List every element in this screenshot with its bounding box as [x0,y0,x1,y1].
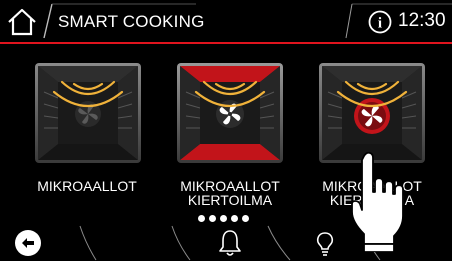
page-dot[interactable] [242,215,249,222]
lightbulb-icon [316,232,334,256]
back-button[interactable] [14,229,42,257]
back-icon [15,230,41,256]
info-button[interactable]: i [368,10,392,34]
mode-label-2-line1: MIKROAALLOT [180,178,280,194]
bell-icon [219,230,241,256]
microwave-fan-icon [177,63,283,163]
info-icon: i [368,10,392,34]
page-indicator [198,215,249,223]
mode-tile-microwave-fan-grill[interactable] [318,62,426,164]
svg-text:i: i [378,16,382,32]
mode-label-3-line1: MIKROAALLOT [322,178,422,194]
mode-tile-microwave-fan[interactable] [176,62,284,164]
mode-tile-microwave[interactable] [34,62,142,164]
header: SMART COOKING i 12:30 [0,0,452,44]
light-button[interactable] [313,230,337,258]
mode-label-2-line2: KIERTOILMA [187,192,273,208]
microwave-icon [35,63,141,163]
timer-button[interactable] [216,228,244,258]
home-button[interactable] [6,8,38,36]
page-title: SMART COOKING [58,12,205,31]
clock: 12:30 [398,10,446,31]
page-dot[interactable] [209,215,216,222]
mode-label-3-line2: KIERTOILMA [329,192,415,208]
home-icon [8,8,36,36]
page-dot[interactable] [220,215,227,222]
page-dot[interactable] [231,215,238,222]
header-accent-line [0,42,452,44]
page-dot[interactable] [198,215,205,222]
mode-label-1: MIKROAALLOT [37,178,137,194]
microwave-fan-grill-icon [319,63,425,163]
